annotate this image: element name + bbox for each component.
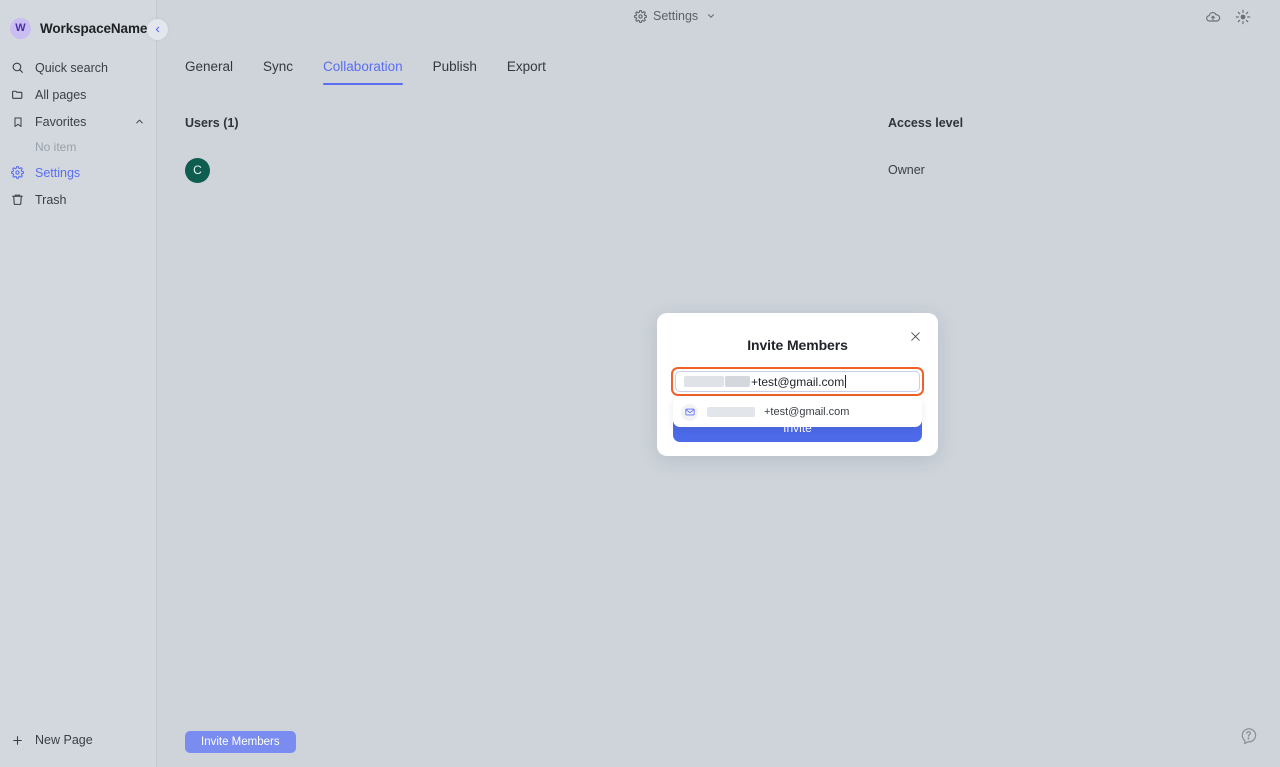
list-item[interactable]: +test@gmail.com [673, 401, 922, 423]
new-page-label: New Page [35, 733, 93, 747]
email-suggestion-dropdown: +test@gmail.com [673, 397, 922, 427]
text-caret [845, 375, 847, 388]
close-icon[interactable] [907, 328, 923, 344]
envelope-icon [681, 403, 698, 421]
bookmark-icon [10, 114, 25, 129]
sidebar-item-quick-search[interactable]: Quick search [0, 54, 156, 81]
invite-members-dialog: Invite Members +test@gmail.com Invite +t… [657, 313, 938, 456]
favorites-empty-state: No item [35, 140, 77, 154]
dialog-title: Invite Members [747, 337, 848, 353]
sidebar-item-label: Quick search [35, 60, 108, 75]
trash-icon [10, 192, 25, 207]
sidebar-item-favorites[interactable]: Favorites [0, 108, 156, 135]
email-field-focus-ring: +test@gmail.com [671, 367, 924, 396]
suggestion-email: +test@gmail.com [764, 406, 850, 418]
email-field[interactable]: +test@gmail.com [675, 371, 920, 392]
sidebar-item-settings[interactable]: Settings [0, 159, 156, 186]
sidebar-item-label: Favorites [35, 114, 87, 129]
sidebar-item-all-pages[interactable]: All pages [0, 81, 156, 108]
workspace-name: WorkspaceName [40, 20, 148, 36]
sidebar-item-label: Settings [35, 165, 81, 180]
chevron-up-icon[interactable] [132, 115, 146, 129]
redacted-text-block [684, 376, 724, 387]
sidebar-item-label: Trash [35, 192, 67, 207]
sidebar-nav: Quick search All pages Favorites No item [0, 54, 156, 213]
gear-icon [10, 165, 25, 180]
app-root: W WorkspaceName Quick search All pages F… [0, 0, 1280, 767]
sidebar: W WorkspaceName Quick search All pages F… [0, 0, 168, 767]
redacted-text-block [707, 407, 755, 417]
search-icon [10, 60, 25, 75]
sidebar-item-trash[interactable]: Trash [0, 186, 156, 213]
email-field-value: +test@gmail.com [751, 374, 845, 389]
workspace-header[interactable]: W WorkspaceName [0, 5, 156, 51]
plus-icon [10, 733, 25, 748]
redacted-text-block [725, 376, 750, 387]
sidebar-item-label: All pages [35, 87, 87, 102]
main-content: Settings General Sync Collaboration Publ… [157, 0, 1280, 767]
modal-overlay: Invite Members +test@gmail.com Invite +t… [157, 0, 1280, 767]
folder-icon [10, 87, 25, 102]
workspace-badge: W [10, 17, 31, 39]
new-page-button[interactable]: New Page [0, 725, 156, 755]
